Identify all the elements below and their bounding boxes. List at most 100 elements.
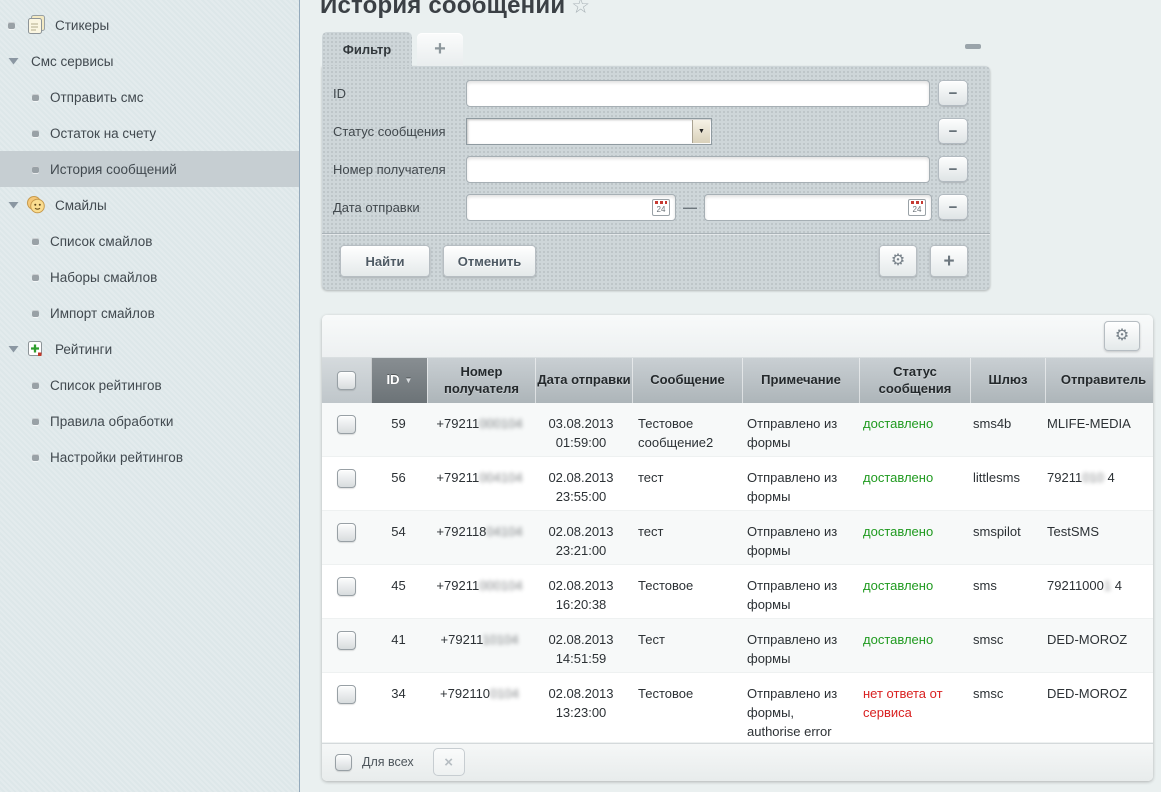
row-checkbox[interactable] [337, 523, 356, 542]
sidebar-item-6[interactable]: Список смайлов [0, 223, 299, 259]
filter-field-label: Дата отправки [333, 200, 466, 215]
cell-date-time: 23:21:00 [533, 542, 629, 561]
date-from-input[interactable] [466, 194, 676, 221]
sidebar-item-9[interactable]: Рейтинги [0, 331, 299, 367]
bullet-icon [8, 22, 24, 29]
calendar-icon[interactable]: 24 [908, 199, 926, 216]
row-checkbox[interactable] [337, 577, 356, 596]
cell-gateway: smspilot [964, 511, 1038, 564]
column-header-label: Примечание [761, 372, 841, 388]
remove-filter-field-button[interactable]: − [938, 156, 968, 182]
sidebar-item-12[interactable]: Настройки рейтингов [0, 439, 299, 475]
sidebar-item-label: Список смайлов [50, 234, 152, 249]
search-button[interactable]: Найти [340, 245, 430, 277]
cell-message: Тестовое [629, 565, 738, 618]
add-filter-tab-button[interactable]: + [417, 33, 463, 66]
sidebar-item-1[interactable]: Смс сервисы [0, 43, 299, 79]
table-footer: Для всех × [322, 743, 1153, 781]
cell-id: 56 [371, 457, 426, 510]
plus-icon: + [943, 251, 954, 272]
calendar-icon[interactable]: 24 [652, 199, 670, 216]
cell-note: Отправлено из формы [738, 565, 854, 618]
sidebar-item-11[interactable]: Правила обработки [0, 403, 299, 439]
sidebar-item-4[interactable]: История сообщений [0, 151, 299, 187]
add-filter-condition-button[interactable]: + [930, 245, 968, 277]
cell-text: 79211000 [1047, 578, 1104, 593]
column-header-7[interactable]: Отправитель [1045, 358, 1153, 403]
tab-filter[interactable]: Фильтр [322, 32, 412, 66]
bullet-icon [32, 418, 39, 425]
row-checkbox[interactable] [337, 415, 356, 434]
masked-text: 010 [1082, 470, 1104, 485]
filter-input-2[interactable] [466, 156, 930, 183]
expander-icon[interactable] [8, 57, 24, 65]
date-to-input[interactable] [704, 194, 932, 221]
row-checkbox-cell [322, 565, 371, 618]
table-row: 56+7921100410402.08.201323:55:00тестОтпр… [322, 457, 1153, 511]
status-select[interactable]: ▼ [466, 118, 712, 145]
column-header-label: Номер получателя [428, 364, 535, 397]
sidebar-item-7[interactable]: Наборы смайлов [0, 259, 299, 295]
cell-note: Отправлено из формы [738, 457, 854, 510]
row-checkbox[interactable] [337, 631, 356, 650]
sidebar: СтикерыСмс сервисыОтправить смсОстаток н… [0, 0, 300, 792]
cell-date-time: 16:20:38 [533, 596, 629, 615]
expander-icon[interactable] [8, 201, 24, 209]
column-header-1[interactable]: Номер получателя [427, 358, 535, 403]
filter-settings-button[interactable]: ⚙ [879, 245, 917, 277]
expander-icon[interactable] [8, 345, 24, 353]
column-header-3[interactable]: Сообщение [632, 358, 742, 403]
cell-date-time: 23:55:00 [533, 488, 629, 507]
column-header-4[interactable]: Примечание [742, 358, 859, 403]
sidebar-item-2[interactable]: Отправить смс [0, 79, 299, 115]
filter-panel-footer: Найти Отменить ⚙ + [322, 233, 990, 290]
cancel-button[interactable]: Отменить [443, 245, 536, 277]
table-settings-button[interactable]: ⚙ [1104, 321, 1140, 351]
cell-date-day: 02.08.2013 [533, 469, 629, 488]
cell-text: +79211 [436, 470, 479, 485]
sidebar-item-label: История сообщений [50, 162, 177, 177]
filter-input-0[interactable] [466, 80, 930, 107]
sidebar-item-5[interactable]: Смайлы [0, 187, 299, 223]
cell-gateway: sms4b [964, 403, 1038, 456]
table-row: 45+7921100010402.08.201316:20:38Тестовое… [322, 565, 1153, 619]
header-checkbox[interactable] [337, 371, 356, 390]
table-row: 41+792111010402.08.201314:51:59ТестОтпра… [322, 619, 1153, 673]
cell-message: Тестовое [629, 673, 738, 742]
app: СтикерыСмс сервисыОтправить смсОстаток н… [0, 0, 1161, 792]
cell-text: +792118 [436, 524, 486, 539]
dropdown-arrow-icon[interactable]: ▼ [692, 120, 710, 143]
sidebar-item-0[interactable]: Стикеры [0, 7, 299, 43]
cell-date: 02.08.201316:20:38 [533, 565, 629, 618]
filter-footer-actions: ⚙ + [879, 245, 968, 277]
bullet-icon [32, 130, 42, 137]
cell-sender: 792110001 4 [1038, 565, 1153, 618]
cell-phone: +7921110104 [426, 619, 533, 672]
column-header-0[interactable]: ID▼ [371, 358, 427, 403]
favorite-star-icon[interactable]: ☆ [571, 0, 590, 18]
sidebar-item-8[interactable]: Импорт смайлов [0, 295, 299, 331]
collapse-filter-icon[interactable] [965, 44, 981, 49]
cell-text: DED-MOROZ [1047, 686, 1127, 701]
filter-row-0: ID− [322, 74, 990, 112]
row-checkbox[interactable] [337, 685, 356, 704]
sidebar-item-label: Список рейтингов [50, 378, 162, 393]
sidebar-item-10[interactable]: Список рейтингов [0, 367, 299, 403]
cell-message: Тестовое сообщение2 [629, 403, 738, 456]
bullet-icon [32, 166, 39, 173]
column-header-2[interactable]: Дата отправки [535, 358, 632, 403]
row-checkbox[interactable] [337, 469, 356, 488]
column-header-5[interactable]: Статус сообщения [859, 358, 970, 403]
cell-text: +79211 [436, 416, 479, 431]
column-header-6[interactable]: Шлюз [970, 358, 1045, 403]
bullet-icon [32, 94, 39, 101]
remove-filter-field-button[interactable]: − [938, 194, 968, 220]
remove-filter-field-button[interactable]: − [938, 80, 968, 106]
clear-selection-button[interactable]: × [433, 748, 465, 776]
select-all-checkbox[interactable] [335, 754, 352, 771]
cell-sender: TestSMS [1038, 511, 1153, 564]
sidebar-item-3[interactable]: Остаток на счету [0, 115, 299, 151]
remove-filter-field-button[interactable]: − [938, 118, 968, 144]
cell-date: 02.08.201314:51:59 [533, 619, 629, 672]
select-all-header-cell[interactable] [322, 358, 371, 403]
